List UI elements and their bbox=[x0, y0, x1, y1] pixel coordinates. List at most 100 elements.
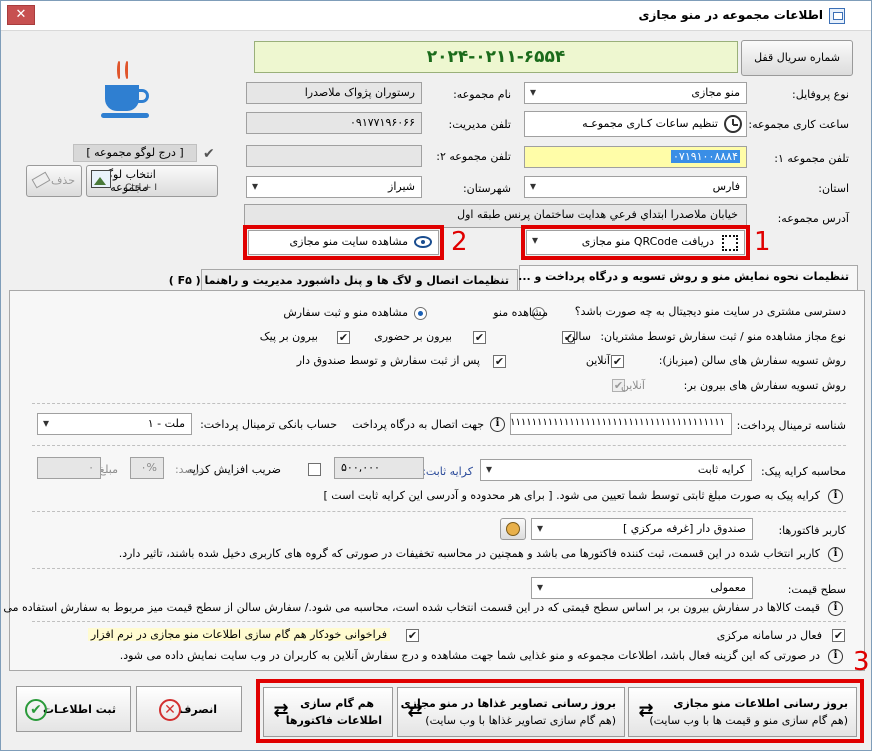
province-select[interactable]: فارس bbox=[524, 176, 747, 198]
phone1-value: ۰۷۱۹۱۰۰۸۸۸۴ bbox=[671, 150, 740, 163]
type-courier-checkbox[interactable] bbox=[337, 331, 350, 344]
cancel-button[interactable]: انصرف ✕ bbox=[136, 686, 242, 732]
annotation-number-2: 2 bbox=[451, 227, 468, 257]
qrcode-icon bbox=[722, 235, 738, 251]
access-label: دسترسی مشتری در سایت منو دیجیتال به چه ص… bbox=[574, 305, 846, 318]
manager-phone-label: تلفن مدیریت: bbox=[448, 118, 511, 131]
city-select[interactable]: شیراز bbox=[246, 176, 422, 198]
bank-account-select[interactable]: ملت - ۱ bbox=[37, 413, 192, 435]
outside-settle-label: روش تسویه سفارش های بیرون بر: bbox=[683, 379, 846, 392]
central-active-label: فعال در سامانه مرکزی bbox=[716, 629, 822, 642]
type-courier-label: بیرون بر پیک bbox=[259, 330, 318, 343]
logo-label: [ درج لوگو مجموعه ] bbox=[73, 144, 197, 162]
invoice-user-label: کاربر فاکتورها: bbox=[778, 524, 846, 537]
access-view-only-label: مشاهده منو bbox=[493, 306, 548, 319]
sync-icon: ⇄ bbox=[638, 700, 654, 721]
collection-name-input[interactable]: رستوران پژواک ملاصدرا bbox=[246, 82, 422, 104]
sync-invoices-line2: اطلاعات فاکتورها bbox=[285, 714, 382, 727]
tab-display-settings[interactable]: تنظیمات نحوه نمایش منو و روش تسویه و درگ… bbox=[482, 265, 858, 292]
separator bbox=[32, 445, 846, 446]
eye-icon bbox=[414, 236, 432, 248]
manager-phone-input[interactable]: ۰۹۱۷۷۱۹۶۰۶۶ bbox=[246, 112, 422, 134]
percent-label: درصد: bbox=[174, 463, 204, 476]
collection-name-label: نام مجموعه: bbox=[453, 88, 511, 101]
bank-account-label: حساب بانکی ترمینال پرداخت: bbox=[200, 418, 337, 431]
serial-lock-button[interactable]: شماره سریال قفل bbox=[741, 40, 853, 76]
city-label: شهرستان: bbox=[462, 182, 511, 195]
salon-after-label: پس از ثبت سفارش و توسط صندوق دار bbox=[296, 354, 480, 367]
work-hours-button[interactable]: تنظیم ساعات کـاری مجموعـه bbox=[524, 111, 747, 137]
invoice-user-info-text: کاربر انتخاب شده در این قسمت، ثبت کننده … bbox=[118, 547, 820, 560]
separator bbox=[32, 568, 846, 569]
courier-fee-select[interactable]: کرایه ثابت bbox=[480, 459, 752, 481]
amount-input[interactable]: ۰ bbox=[37, 457, 101, 479]
sync-menu-button[interactable]: بروز رسانی اطلاعات منو مجازی (هم گام ساز… bbox=[628, 687, 857, 737]
save-button-text: ثبت اطلاعـات bbox=[42, 703, 116, 716]
info-icon: i bbox=[490, 417, 505, 432]
phone1-label: تلفن مجموعه ۱: bbox=[774, 152, 849, 165]
work-hours-label: ساعت کاری مجموعه: bbox=[748, 118, 849, 131]
info-icon: i bbox=[828, 601, 843, 616]
phone2-input[interactable] bbox=[246, 145, 422, 167]
work-hours-button-text: تنظیم ساعات کـاری مجموعـه bbox=[582, 117, 718, 130]
close-button[interactable]: ✕ bbox=[7, 5, 35, 25]
save-button[interactable]: ثبت اطلاعـات ✔ bbox=[16, 686, 131, 732]
courier-fee-label: محاسبه کرایه پیک: bbox=[760, 465, 846, 478]
profile-type-label: نوع پروفایل: bbox=[792, 88, 849, 101]
type-salon-label: سالن bbox=[566, 330, 591, 343]
terminal-input[interactable]: ۱۱۱۱۱۱۱۱۱۱۱۱۱۱۱۱۱۱۱۱۱۱۱۱۱۱۱۱۱۱۱۱۱۱۱۱۱۱۱۱… bbox=[510, 413, 732, 435]
price-level-select[interactable]: معمولی bbox=[531, 577, 753, 599]
qrcode-button-text: دریافت QRCode منو مجازی bbox=[581, 235, 714, 248]
gateway-label: جهت اتصال به درگاه پرداخت bbox=[352, 418, 484, 431]
auto-sync-checkbox[interactable] bbox=[406, 629, 419, 642]
province-label: استان: bbox=[818, 182, 849, 195]
courier-info-text: کرایه پیک به صورت مبلغ ثابتی توسط شما تع… bbox=[323, 489, 820, 502]
type-takeaway-checkbox[interactable] bbox=[473, 331, 486, 344]
phone1-input[interactable]: ۰۷۱۹۱۰۰۸۸۸۴ bbox=[524, 146, 747, 168]
qrcode-button[interactable]: دریافت QRCode منو مجازی bbox=[526, 230, 745, 255]
user-icon bbox=[506, 522, 520, 536]
fixed-fee-input[interactable]: ۵۰۰,۰۰۰ bbox=[334, 457, 424, 479]
cancel-icon: ✕ bbox=[159, 699, 181, 721]
tab-panel: دسترسی مشتری در سایت منو دیجیتال به چه ص… bbox=[0, 290, 865, 671]
view-site-button-text: مشاهده سایت منو مجازی bbox=[289, 235, 408, 248]
sync-invoices-line1: هم گام سازی bbox=[300, 697, 374, 710]
user-search-button[interactable] bbox=[500, 518, 526, 540]
annotation-number-3: 3 bbox=[853, 647, 870, 677]
fee-multiplier-checkbox[interactable] bbox=[308, 463, 321, 476]
title-bar: اطلاعات مجموعه در منو مجازی ✕ bbox=[1, 1, 871, 31]
access-view-order-label: مشاهده منو و ثبت سفارش bbox=[283, 306, 408, 319]
info-icon: i bbox=[828, 649, 843, 664]
central-active-checkbox[interactable] bbox=[832, 629, 845, 642]
percent-input[interactable]: ۰% bbox=[130, 457, 164, 479]
info-icon: i bbox=[828, 547, 843, 562]
separator bbox=[32, 621, 846, 622]
salon-online-checkbox[interactable] bbox=[611, 355, 624, 368]
window-app-icon bbox=[829, 8, 845, 24]
profile-type-select[interactable]: منو مجازی bbox=[524, 82, 747, 104]
serial-number-display: ۲۰۲۴-۰۲۱۱-۶۵۵۴ bbox=[254, 41, 738, 73]
sync-images-button[interactable]: بروز رسانی تصاویر غذاها در منو مجازی (هم… bbox=[397, 687, 625, 737]
delete-logo-text: حذف bbox=[51, 174, 75, 187]
save-icon: ✔ bbox=[25, 699, 47, 721]
invoice-user-select[interactable]: صندوق دار [غرفه مرکزي ] bbox=[531, 518, 753, 540]
view-site-button[interactable]: مشاهده سایت منو مجازی bbox=[248, 230, 439, 255]
sync-icon: ⇄ bbox=[273, 700, 289, 721]
salon-after-checkbox[interactable] bbox=[493, 355, 506, 368]
sync-images-line2: (هم گام سازی تصاویر غذاها با وب سایت) bbox=[425, 714, 616, 727]
phone2-label: تلفن مجموعه ۲: bbox=[436, 150, 511, 163]
info-icon: i bbox=[828, 489, 843, 504]
access-view-order-radio[interactable] bbox=[414, 307, 427, 320]
annotation-number-1: 1 bbox=[754, 227, 771, 257]
select-logo-button[interactable]: انتخاب لوگو مجموعه Ctrl + I bbox=[86, 165, 218, 197]
select-logo-shortcut: Ctrl + I bbox=[125, 183, 157, 193]
sync-invoices-button[interactable]: هم گام سازی اطلاعات فاکتورها ⇄ bbox=[263, 687, 393, 737]
delete-logo-button[interactable]: حذف bbox=[26, 165, 82, 197]
sync-menu-line1: بروز رسانی اطلاعات منو مجازی bbox=[673, 697, 848, 710]
clock-icon bbox=[724, 115, 742, 133]
cancel-button-text: انصرف bbox=[178, 703, 217, 716]
order-types-label: نوع مجاز مشاهده منو / ثبت سفارش توسط مشت… bbox=[600, 330, 846, 343]
main-window: اطلاعات مجموعه در منو مجازی ✕ شماره سریا… bbox=[0, 0, 872, 751]
salon-online-label: آنلاین bbox=[585, 354, 610, 367]
outside-online-label: آنلاین bbox=[620, 379, 645, 392]
